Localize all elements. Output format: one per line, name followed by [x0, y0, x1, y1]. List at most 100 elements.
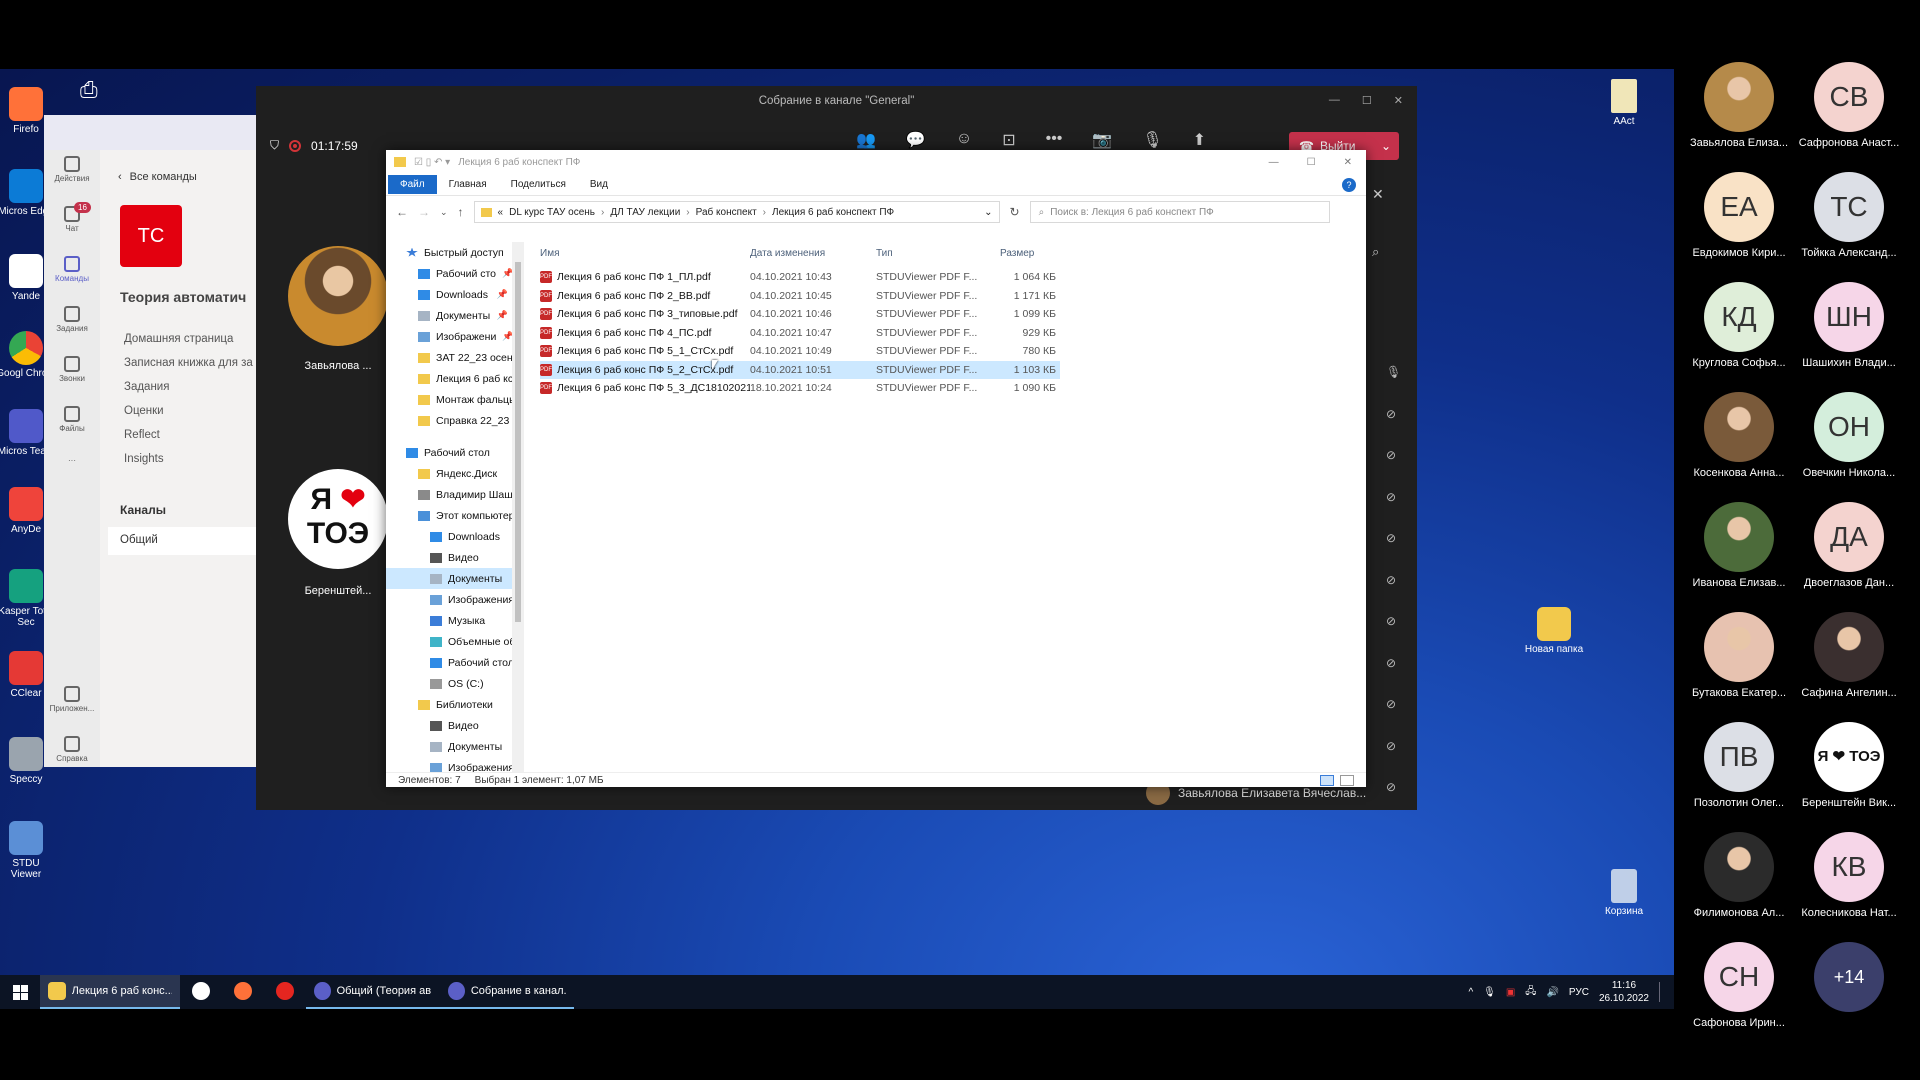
- refresh-icon[interactable]: ↻: [1010, 205, 1020, 219]
- taskbar-item[interactable]: Общий (Теория ав...: [306, 975, 440, 1009]
- rail-item[interactable]: Справка: [44, 730, 100, 780]
- desktop-shortcut[interactable]: STDU Viewer: [0, 821, 56, 880]
- breadcrumb-item[interactable]: ДЛ ТАУ лекции: [610, 207, 680, 218]
- rail-item[interactable]: Чат 16: [44, 200, 100, 250]
- nav-item[interactable]: Быстрый доступ: [386, 242, 512, 263]
- nav-item[interactable]: Справка 22_23: [386, 410, 512, 431]
- team-nav-item[interactable]: Задания: [124, 381, 254, 405]
- rail-item[interactable]: Задания: [44, 300, 100, 350]
- quick-access-toolbar-icon[interactable]: ☑ ▯ ↶ ▾: [414, 157, 450, 168]
- column-header[interactable]: Размер: [986, 248, 1056, 259]
- ribbon-tab[interactable]: Главная: [437, 175, 499, 194]
- nav-item[interactable]: Рабочий сто 📌: [386, 263, 512, 284]
- rail-item[interactable]: Приложен...: [44, 680, 100, 730]
- nav-item[interactable]: Downloads 📌: [386, 284, 512, 305]
- participant-tile[interactable]: ЕА Евдокимов Кири...: [1684, 172, 1794, 259]
- desktop-shortcut[interactable]: AAct: [1594, 79, 1654, 127]
- rail-item[interactable]: Действия: [44, 150, 100, 200]
- nav-item[interactable]: Рабочий стол: [386, 442, 512, 463]
- ribbon-tab[interactable]: Поделиться: [499, 175, 578, 194]
- nav-item[interactable]: Документы: [386, 736, 512, 757]
- nav-item[interactable]: Этот компьютер: [386, 505, 512, 526]
- participant-tile[interactable]: КВ Колесникова Нат...: [1794, 832, 1904, 919]
- column-header[interactable]: Дата изменения: [750, 248, 876, 259]
- nav-item[interactable]: Изображения: [386, 589, 512, 610]
- participant-tile[interactable]: +14: [1794, 942, 1904, 1017]
- team-nav-item[interactable]: Домашняя страница: [124, 333, 254, 357]
- nav-item[interactable]: OS (C:): [386, 673, 512, 694]
- back-arrow-icon[interactable]: ←: [396, 205, 408, 219]
- team-nav-item[interactable]: Reflect: [124, 429, 254, 453]
- participant-tile[interactable]: Филимонова Ал...: [1684, 832, 1794, 919]
- maximize-icon[interactable]: ☐: [1307, 157, 1316, 168]
- back-to-teams-link[interactable]: ‹ Все команды: [118, 171, 197, 183]
- team-nav-item[interactable]: Insights: [124, 453, 254, 477]
- reactions-icon[interactable]: ☺: [956, 130, 972, 150]
- language-indicator[interactable]: РУС: [1569, 987, 1589, 998]
- participant-tile[interactable]: СВ Сафронова Анаст...: [1794, 62, 1904, 149]
- microphone-icon[interactable]: 🎙: [1142, 130, 1162, 150]
- up-arrow-icon[interactable]: ↑: [458, 205, 464, 219]
- participant-tile[interactable]: ОН Овечкин Никола...: [1794, 392, 1904, 479]
- nav-scrollbar[interactable]: [512, 242, 524, 772]
- nav-item[interactable]: Яндекс.Диск: [386, 463, 512, 484]
- close-icon[interactable]: ✕: [1344, 157, 1352, 168]
- close-icon[interactable]: ✕: [1394, 94, 1403, 107]
- details-view-icon[interactable]: [1320, 774, 1334, 786]
- rooms-icon[interactable]: ⊡: [1002, 130, 1015, 150]
- clock[interactable]: 11:16 26.10.2022: [1599, 979, 1649, 1005]
- participant-tile[interactable]: Я ❤ ТОЭ Беренштейн Вик...: [1794, 722, 1904, 809]
- participant-tile[interactable]: Бутакова Екатер...: [1684, 612, 1794, 699]
- participant-tile[interactable]: ПВ Позолотин Олег...: [1684, 722, 1794, 809]
- start-button[interactable]: [0, 975, 40, 1009]
- maximize-icon[interactable]: ☐: [1362, 94, 1372, 107]
- search-box[interactable]: ⌕ Поиск в: Лекция 6 раб конспект ПФ: [1029, 201, 1330, 223]
- nav-item[interactable]: Изображения: [386, 757, 512, 772]
- notification-icon[interactable]: [1659, 982, 1662, 1002]
- forward-arrow-icon[interactable]: →: [418, 205, 430, 219]
- participant-tile[interactable]: Сафина Ангелин...: [1794, 612, 1904, 699]
- volume-icon[interactable]: 🔊: [1546, 987, 1558, 998]
- rail-item[interactable]: ···: [44, 450, 100, 500]
- nav-item[interactable]: Видео: [386, 547, 512, 568]
- participant-tile[interactable]: Завьялова Елиза...: [1684, 62, 1794, 149]
- participants-icon[interactable]: 👥: [856, 130, 876, 150]
- minimize-icon[interactable]: —: [1269, 157, 1279, 168]
- chat-icon[interactable]: 💬: [906, 130, 926, 150]
- column-header[interactable]: Тип: [876, 248, 986, 259]
- chevron-down-icon[interactable]: ⌄: [1381, 139, 1391, 153]
- chevron-down-icon[interactable]: ⌄: [440, 207, 448, 218]
- file-row[interactable]: PDF Лекция 6 раб конс ПФ 5_1_СтСх.pdf 04.1…: [540, 342, 1060, 360]
- team-nav-item[interactable]: Записная книжка для за: [124, 357, 254, 381]
- file-row[interactable]: PDF Лекция 6 раб конс ПФ 5_3_ДС18102021..…: [540, 379, 1060, 397]
- microphone-icon[interactable]: 🎙: [1483, 987, 1496, 998]
- nav-item[interactable]: Документы 📌: [386, 305, 512, 326]
- chevron-down-icon[interactable]: ⌄: [984, 207, 992, 218]
- taskbar-item[interactable]: Собрание в канал...: [440, 975, 574, 1009]
- chevron-up-icon[interactable]: ^: [1468, 987, 1473, 998]
- participant-tile[interactable]: СН Сафонова Ирин...: [1684, 942, 1794, 1029]
- participant-tile[interactable]: Иванова Елизав...: [1684, 502, 1794, 589]
- desktop-shortcut[interactable]: Новая папка: [1524, 607, 1584, 655]
- nav-item[interactable]: Музыка: [386, 610, 512, 631]
- camera-off-icon[interactable]: 📷: [1092, 130, 1112, 150]
- taskbar-item[interactable]: Лекция 6 раб конс...: [40, 975, 180, 1009]
- participant-tile[interactable]: TC Тойкка Александ...: [1794, 172, 1904, 259]
- nav-item[interactable]: Владимир Шаш: [386, 484, 512, 505]
- participant-tile[interactable]: ШН Шашихин Влади...: [1794, 282, 1904, 369]
- taskbar-item[interactable]: [264, 975, 306, 1009]
- ribbon-tab[interactable]: Файл: [388, 175, 437, 194]
- participant-tile[interactable]: ДА Двоеглазов Дан...: [1794, 502, 1904, 589]
- file-row[interactable]: PDF Лекция 6 раб конс ПФ 5_2_СтСх.pdf 04.1…: [540, 360, 1060, 379]
- nav-item[interactable]: ЗАТ 22_23 осени: [386, 347, 512, 368]
- breadcrumb-item[interactable]: DL курс ТАУ осень: [509, 207, 595, 218]
- channel-general[interactable]: Общий: [108, 527, 256, 555]
- nav-item[interactable]: Лекция 6 раб кс: [386, 368, 512, 389]
- breadcrumb-item[interactable]: Лекция 6 раб конспект ПФ: [772, 207, 894, 218]
- file-row[interactable]: PDF Лекция 6 раб конс ПФ 3_типовые.pdf 04.…: [540, 305, 1060, 323]
- participant-tile[interactable]: Косенкова Анна...: [1684, 392, 1794, 479]
- column-header[interactable]: Имя: [540, 248, 750, 259]
- taskbar-item[interactable]: [180, 975, 222, 1009]
- more-participants-button[interactable]: +14: [1814, 942, 1884, 1012]
- rail-item[interactable]: Команды: [44, 250, 100, 300]
